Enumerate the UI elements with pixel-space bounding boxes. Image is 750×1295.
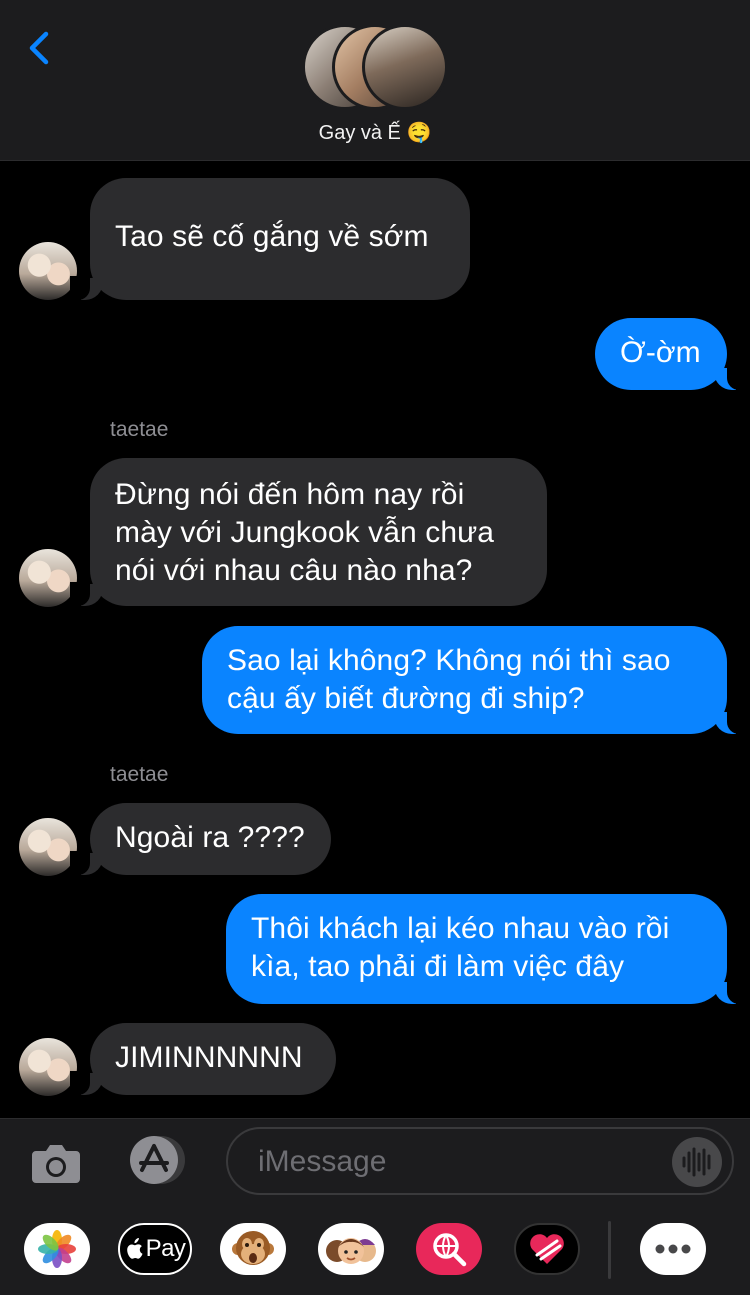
- sender-name: taetae: [110, 418, 169, 441]
- more-icon: [655, 1244, 691, 1254]
- camera-button[interactable]: [30, 1139, 82, 1185]
- back-button[interactable]: [22, 28, 62, 68]
- group-name[interactable]: Gay và Ế 🤤: [0, 120, 750, 145]
- outgoing-message-bubble[interactable]: Ờ-ờm: [595, 318, 747, 390]
- conversation-header: Gay và Ế 🤤: [0, 0, 750, 161]
- apple-pay-label: Pay: [145, 1235, 186, 1262]
- memoji-icon: [326, 1238, 376, 1264]
- more-apps-button[interactable]: [640, 1223, 706, 1275]
- message-text: Tao sẽ cố gắng về sớm: [115, 220, 429, 253]
- app-strip-divider: [608, 1221, 611, 1279]
- audio-message-button[interactable]: [672, 1137, 722, 1187]
- message-input-field[interactable]: [226, 1127, 734, 1195]
- digital-touch-button[interactable]: [514, 1223, 580, 1275]
- waveform-icon: [682, 1147, 711, 1177]
- message-line: Thôi khách lại kéo nhau vào rồi: [251, 912, 670, 945]
- animoji-button[interactable]: [220, 1223, 286, 1275]
- message-input[interactable]: [256, 1139, 660, 1185]
- outgoing-message-bubble[interactable]: Sao lại không? Không nói thì sao cậu ấy …: [202, 626, 747, 734]
- photos-app-button[interactable]: [24, 1223, 90, 1275]
- apple-logo-icon: [126, 1238, 143, 1259]
- imessage-app-strip: Pay: [0, 1219, 750, 1285]
- message-line: kìa, tao phải đi làm việc đây: [251, 950, 625, 983]
- digital-touch-icon: [530, 1234, 564, 1264]
- message-line: nói với nhau câu nào nha?: [115, 554, 473, 587]
- incoming-message-bubble[interactable]: Tao sẽ cố gắng về sớm: [70, 178, 470, 300]
- sender-avatar[interactable]: [19, 242, 77, 300]
- incoming-message-bubble[interactable]: JIMINNNNNN: [70, 1023, 336, 1095]
- sender-name: taetae: [110, 763, 169, 786]
- photos-icon: [38, 1230, 76, 1268]
- message-text: JIMINNNNNN: [115, 1041, 303, 1074]
- message-line: mày với Jungkook vẫn chưa: [115, 516, 495, 549]
- outgoing-message-bubble[interactable]: Thôi khách lại kéo nhau vào rồi kìa, tao…: [226, 894, 747, 1004]
- app-store-button[interactable]: [126, 1135, 188, 1185]
- sender-avatar[interactable]: [19, 549, 77, 607]
- message-line: cậu ấy biết đường đi ship?: [227, 682, 585, 715]
- message-text: Ngoài ra ????: [115, 821, 305, 854]
- web-search-icon: [433, 1233, 467, 1267]
- group-avatar-stack[interactable]: [302, 24, 448, 110]
- apple-pay-button[interactable]: Pay: [118, 1223, 192, 1275]
- camera-icon: [32, 1145, 80, 1183]
- monkey-emoji-icon: [232, 1231, 274, 1265]
- sender-avatar[interactable]: [19, 818, 77, 876]
- incoming-message-bubble[interactable]: Đừng nói đến hôm nay rồi mày với Jungkoo…: [70, 458, 547, 606]
- sender-avatar[interactable]: [19, 1038, 77, 1096]
- memoji-button[interactable]: [318, 1223, 384, 1275]
- group-avatar: [362, 24, 448, 110]
- app-store-icon: [130, 1136, 185, 1184]
- message-line: Sao lại không? Không nói thì sao: [227, 644, 671, 677]
- incoming-message-bubble[interactable]: Ngoài ra ????: [70, 803, 331, 875]
- web-search-button[interactable]: [416, 1223, 482, 1275]
- chevron-left-icon: [29, 31, 49, 65]
- composer-bar: Pay: [0, 1118, 750, 1295]
- message-line: Đừng nói đến hôm nay rồi: [115, 478, 465, 511]
- message-text: Ờ-ờm: [620, 336, 701, 369]
